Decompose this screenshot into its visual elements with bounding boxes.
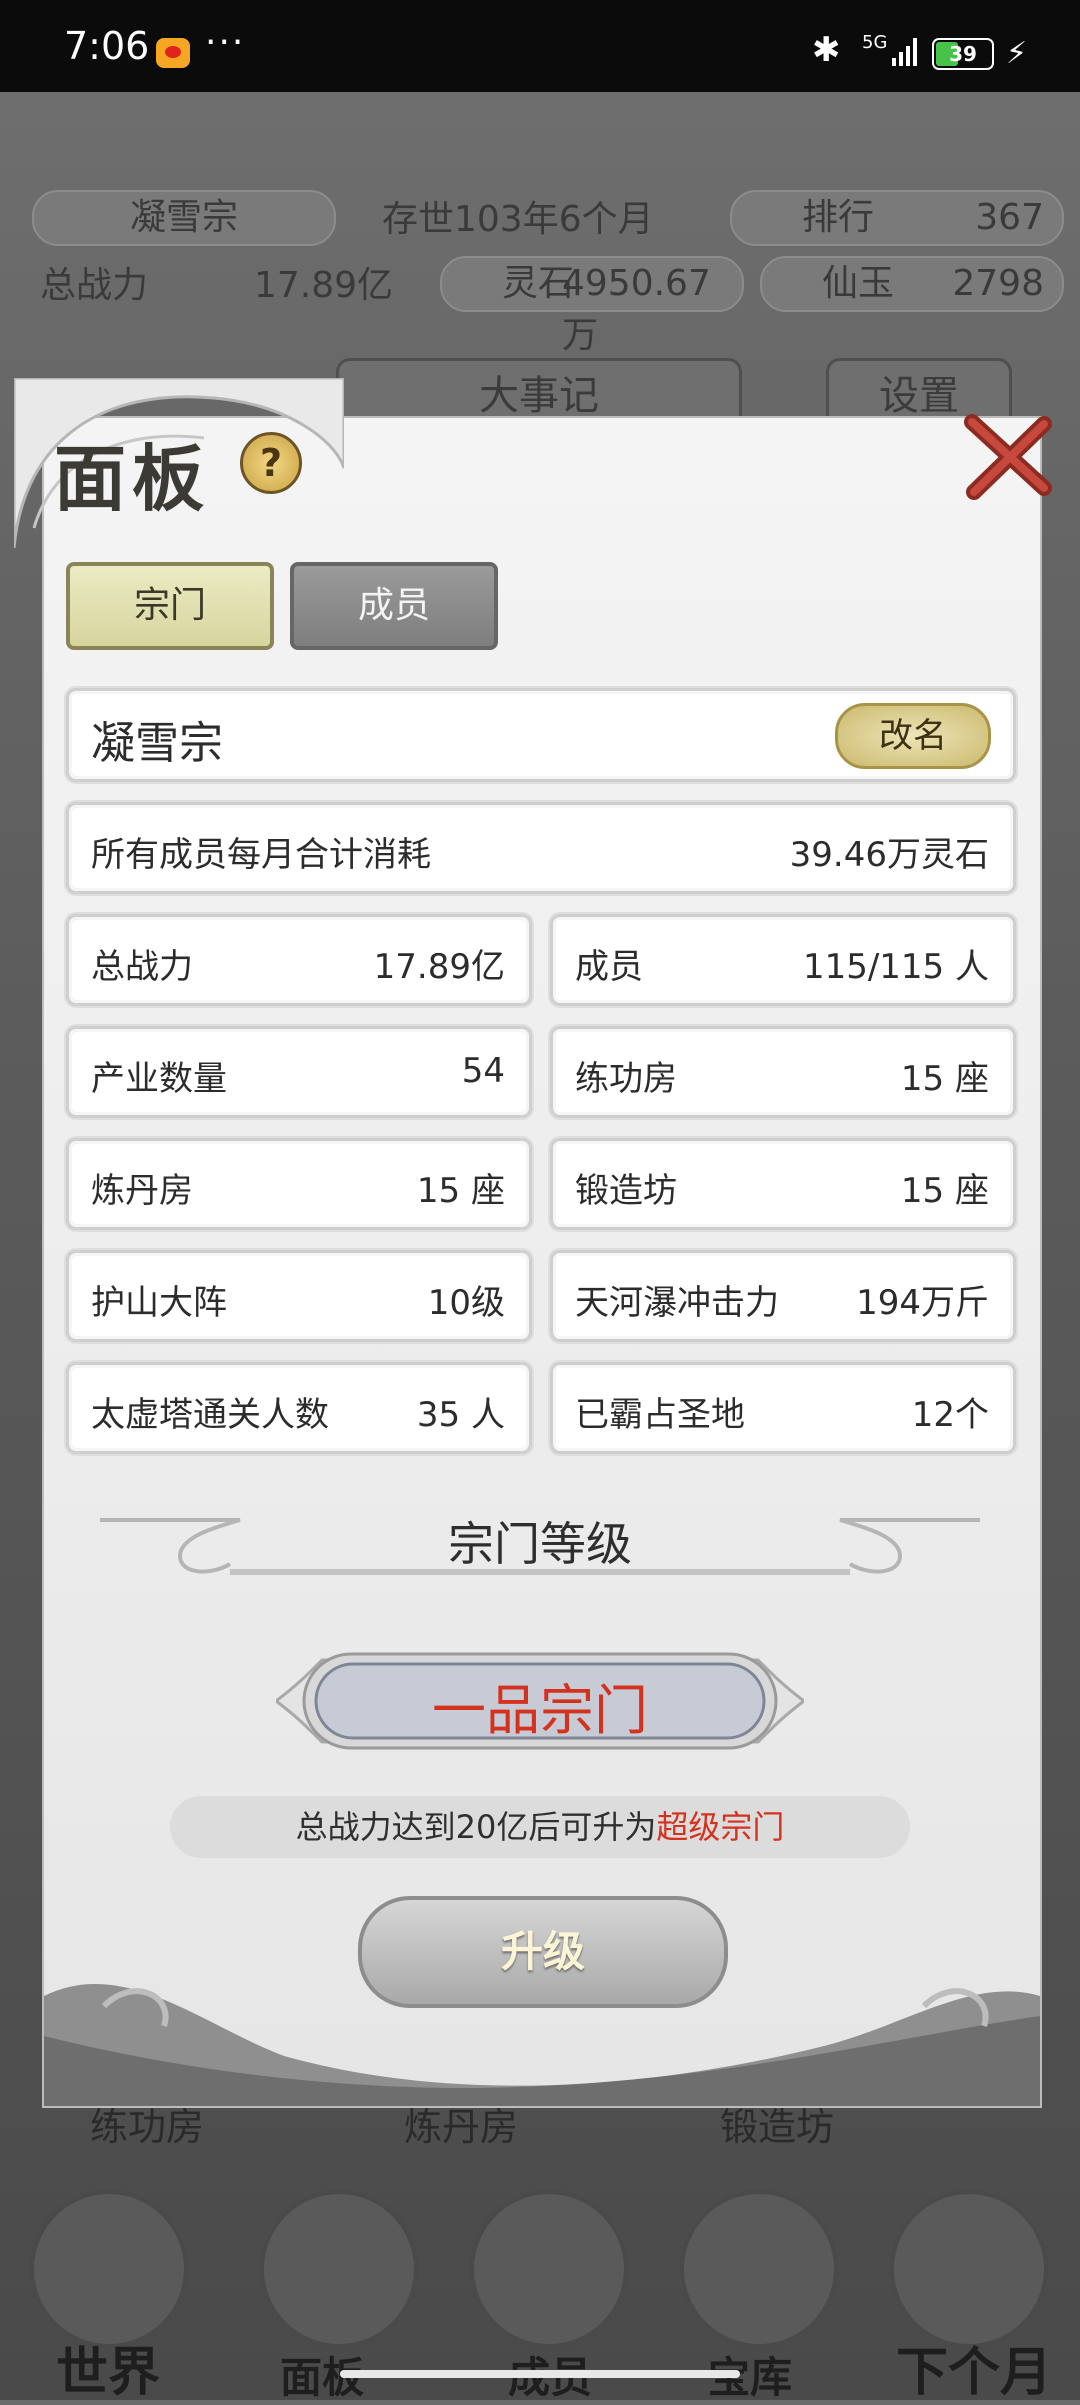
stat-value: 54 <box>461 1051 505 1091</box>
bg-jade: 仙玉 2798 <box>760 256 1064 312</box>
stat-label: 炼丹房 <box>91 1171 193 1211</box>
battery-icon: 39 <box>932 38 994 70</box>
stat-card: 总战力 17.89亿 <box>66 914 532 1006</box>
bg-rank: 排行 367 <box>730 190 1064 246</box>
stat-label: 天河瀑冲击力 <box>575 1283 779 1323</box>
stat-value: 15 座 <box>900 1171 989 1211</box>
stat-label: 练功房 <box>575 1059 677 1099</box>
stat-value: 15 座 <box>900 1059 989 1099</box>
nav-world: 世界 <box>56 2343 161 2403</box>
upgrade-button[interactable]: 升级 <box>358 1896 728 2008</box>
nav-treasury-icon <box>680 2190 838 2348</box>
stat-value: 115/115 人 <box>802 947 989 987</box>
upgrade-hint: 总战力达到20亿后可升为超级宗门 <box>170 1796 910 1858</box>
upgrade-hint-target: 超级宗门 <box>656 1808 785 1846</box>
sect-name-box: 凝雪宗 改名 <box>66 688 1016 782</box>
stat-card: 产业数量 54 <box>66 1026 532 1118</box>
sect-name: 凝雪宗 <box>91 718 223 769</box>
stat-value: 10级 <box>427 1283 505 1323</box>
monthly-cost-label: 所有成员每月合计消耗 <box>91 835 431 875</box>
upgrade-hint-text: 总战力达到20亿后可升为 <box>295 1808 657 1846</box>
stat-value: 35 人 <box>416 1395 505 1435</box>
status-bar: 7:06 ··· ✱ 5G 39 ⚡ <box>0 0 1080 92</box>
bluetooth-icon: ✱ <box>812 30 841 70</box>
stat-label: 成员 <box>575 947 643 987</box>
clock: 7:06 <box>64 24 150 68</box>
stat-label: 总战力 <box>91 947 193 987</box>
stat-card: 已霸占圣地 12个 <box>550 1362 1016 1454</box>
more-notifications-icon: ··· <box>205 22 246 63</box>
stat-card: 天河瀑冲击力 194万斤 <box>550 1250 1016 1342</box>
nav-next-month: 下个月 <box>896 2343 1053 2403</box>
monthly-cost-box: 所有成员每月合计消耗 39.46万灵石 <box>66 802 1016 894</box>
tab-members[interactable]: 成员 <box>290 562 498 650</box>
stat-value: 12个 <box>911 1395 989 1435</box>
help-icon[interactable]: ? <box>240 432 302 494</box>
bg-sect-name: 凝雪宗 <box>32 190 336 246</box>
stat-card: 太虚塔通关人数 35 人 <box>66 1362 532 1454</box>
close-icon[interactable] <box>960 408 1056 504</box>
network-type: 5G <box>862 32 888 53</box>
stat-label: 太虚塔通关人数 <box>91 1395 329 1435</box>
stat-label: 已霸占圣地 <box>575 1395 745 1435</box>
stat-label: 产业数量 <box>91 1059 227 1099</box>
monthly-cost-value: 39.46万灵石 <box>789 835 989 875</box>
bg-sect-age: 存世103年6个月 <box>382 199 654 240</box>
bg-spirit-stones: 灵石 4950.67万 <box>440 256 744 356</box>
nav-panel-icon <box>260 2190 418 2348</box>
stat-label: 护山大阵 <box>91 1283 227 1323</box>
nav-world-icon <box>30 2190 188 2348</box>
current-rank: 一品宗门 <box>432 1679 648 1742</box>
stat-card: 成员 115/115 人 <box>550 914 1016 1006</box>
charging-icon: ⚡ <box>1006 36 1028 71</box>
stat-label: 锻造坊 <box>575 1171 677 1211</box>
stat-value: 15 座 <box>416 1171 505 1211</box>
bg-power-label: 总战力 <box>40 265 149 306</box>
nav-next-month-icon <box>890 2190 1048 2348</box>
stat-card: 护山大阵 10级 <box>66 1250 532 1342</box>
weibo-icon <box>156 38 190 68</box>
stat-card: 锻造坊 15 座 <box>550 1138 1016 1230</box>
stat-value: 17.89亿 <box>373 947 505 987</box>
stat-value: 194万斤 <box>856 1283 989 1323</box>
panel-title: 面板 <box>54 436 211 521</box>
tab-sect[interactable]: 宗门 <box>66 562 274 650</box>
section-title-sect-level: 宗门等级 <box>448 1517 632 1571</box>
bg-power-value: 17.89亿 <box>254 265 394 306</box>
stat-card: 练功房 15 座 <box>550 1026 1016 1118</box>
stat-card: 炼丹房 15 座 <box>66 1138 532 1230</box>
rename-button[interactable]: 改名 <box>835 703 991 769</box>
signal-icon <box>892 36 920 66</box>
home-indicator[interactable] <box>340 2370 740 2378</box>
nav-members-icon <box>470 2190 628 2348</box>
